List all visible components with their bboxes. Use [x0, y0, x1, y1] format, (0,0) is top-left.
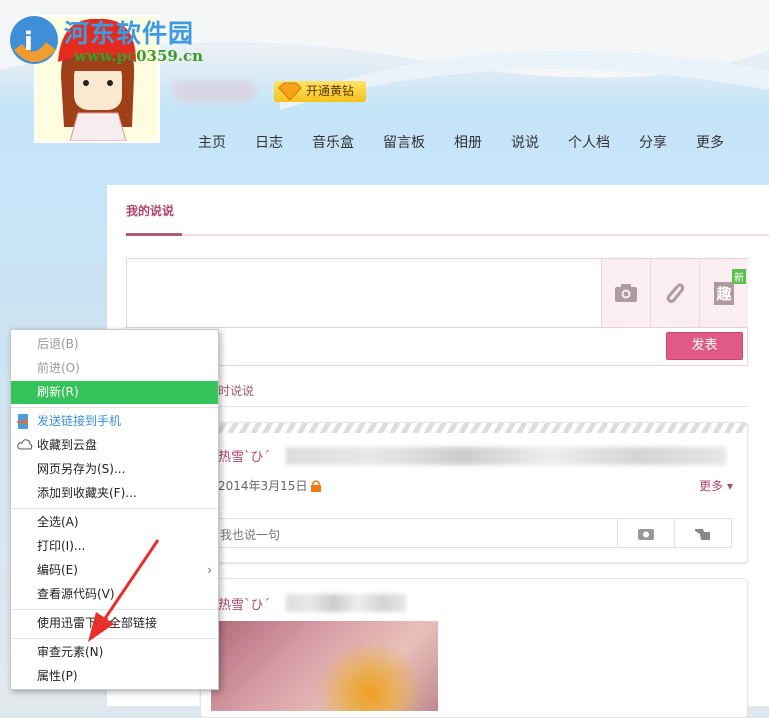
open-vip-button[interactable]: 开通黄钻 — [274, 81, 367, 102]
watermark-logo-icon: i — [10, 16, 58, 64]
menu-separator — [11, 609, 218, 610]
menu-encoding[interactable]: 编码(E) › — [11, 559, 218, 582]
nav-more[interactable]: 更多 — [696, 132, 724, 152]
post-username[interactable]: 热雪`ひ´ — [218, 594, 270, 613]
menu-select-all[interactable]: 全选(A) — [11, 511, 218, 534]
nav-album[interactable]: 相册 — [454, 132, 482, 152]
new-badge: 新 — [732, 269, 746, 284]
tab-underline — [126, 233, 769, 236]
insert-link-button[interactable] — [650, 259, 699, 327]
like-button[interactable] — [674, 519, 731, 547]
lock-icon — [311, 480, 321, 492]
post-date: 2014年3月15日 — [218, 479, 308, 493]
menu-refresh[interactable]: 刷新(R) — [11, 381, 218, 404]
menu-thunder-download[interactable]: 使用迅雷下载全部链接 — [11, 612, 218, 635]
menu-print[interactable]: 打印(I)... — [11, 535, 218, 558]
menu-separator — [11, 638, 218, 639]
comment-photo-button[interactable] — [617, 519, 674, 547]
post-username[interactable]: 热雪`ひ´ — [218, 446, 270, 465]
post-card: 热雪`ひ´ — [200, 578, 748, 718]
post-content-blurred — [286, 447, 726, 465]
menu-separator — [11, 508, 218, 509]
watermark-url: www.pc0359.cn — [74, 47, 204, 65]
diamond-icon — [278, 82, 302, 101]
subtab-shuoshuo[interactable]: 时说说 — [218, 382, 254, 399]
nav-guestbook[interactable]: 留言板 — [383, 132, 425, 152]
menu-forward[interactable]: 前进(O) — [11, 357, 218, 380]
comment-placeholder: 我也说一句 — [220, 528, 281, 542]
nav-profile[interactable]: 个人档 — [568, 132, 610, 152]
send-button[interactable]: 发表 — [666, 332, 743, 360]
menu-properties[interactable]: 属性(P) — [11, 665, 218, 688]
insert-photo-button[interactable] — [601, 259, 650, 327]
menu-label: 收藏到云盘 — [37, 438, 98, 452]
watermark-title: 河东软件园 — [64, 19, 195, 48]
post-photo[interactable] — [211, 621, 438, 711]
camera-icon — [615, 284, 637, 302]
nav-home[interactable]: 主页 — [198, 132, 226, 152]
nav-blog[interactable]: 日志 — [255, 132, 283, 152]
comment-box[interactable]: 我也说一句 — [211, 518, 732, 548]
insert-fun-button[interactable]: 趣新 — [699, 259, 748, 327]
nav-shuoshuo[interactable]: 说说 — [511, 132, 539, 152]
post-card: 热雪`ひ´ 2014年3月15日 更多 ▾ 我也说一句 — [200, 422, 748, 563]
post-textarea[interactable] — [127, 259, 601, 327]
post-content-blurred — [286, 594, 406, 612]
main-nav: 主页 日志 音乐盒 留言板 相册 说说 个人档 分享 更多 — [198, 132, 753, 152]
post-editor: 趣新 — [126, 258, 748, 366]
menu-send-to-phone[interactable]: 发送链接到手机 — [11, 410, 218, 433]
open-vip-label: 开通黄钻 — [306, 84, 355, 98]
camera-icon — [638, 529, 654, 540]
chevron-right-icon: › — [207, 563, 212, 577]
cloud-icon — [17, 439, 33, 450]
editor-divider — [127, 327, 747, 328]
subtab-divider — [200, 406, 748, 407]
link-icon — [666, 283, 685, 303]
context-menu: 后退(B) 前进(O) 刷新(R) 发送链接到手机 收藏到云盘 网页另存为(S)… — [10, 329, 219, 690]
card-stripe — [201, 423, 747, 433]
nav-music[interactable]: 音乐盒 — [312, 132, 354, 152]
nickname-blurred — [172, 80, 256, 102]
svg-text:i: i — [24, 27, 33, 57]
menu-save-to-cloud[interactable]: 收藏到云盘 — [11, 434, 218, 457]
fun-icon: 趣 — [714, 281, 734, 305]
menu-view-source[interactable]: 查看源代码(V) — [11, 583, 218, 606]
phone-send-icon — [17, 414, 28, 429]
menu-label: 编码(E) — [37, 563, 78, 577]
thumb-icon — [695, 529, 710, 540]
menu-add-favorite[interactable]: 添加到收藏夹(F)... — [11, 482, 218, 505]
post-more-dropdown[interactable]: 更多 ▾ — [699, 477, 733, 494]
menu-inspect-element[interactable]: 审查元素(N) — [11, 641, 218, 664]
caret-down-icon: ▾ — [726, 479, 733, 493]
menu-save-as[interactable]: 网页另存为(S)... — [11, 458, 218, 481]
tab-my-shuoshuo[interactable]: 我的说说 — [126, 202, 174, 219]
menu-label: 发送链接到手机 — [37, 414, 122, 428]
menu-separator — [11, 407, 218, 408]
menu-back[interactable]: 后退(B) — [11, 333, 218, 356]
nav-share[interactable]: 分享 — [639, 132, 667, 152]
more-label: 更多 — [699, 479, 724, 493]
